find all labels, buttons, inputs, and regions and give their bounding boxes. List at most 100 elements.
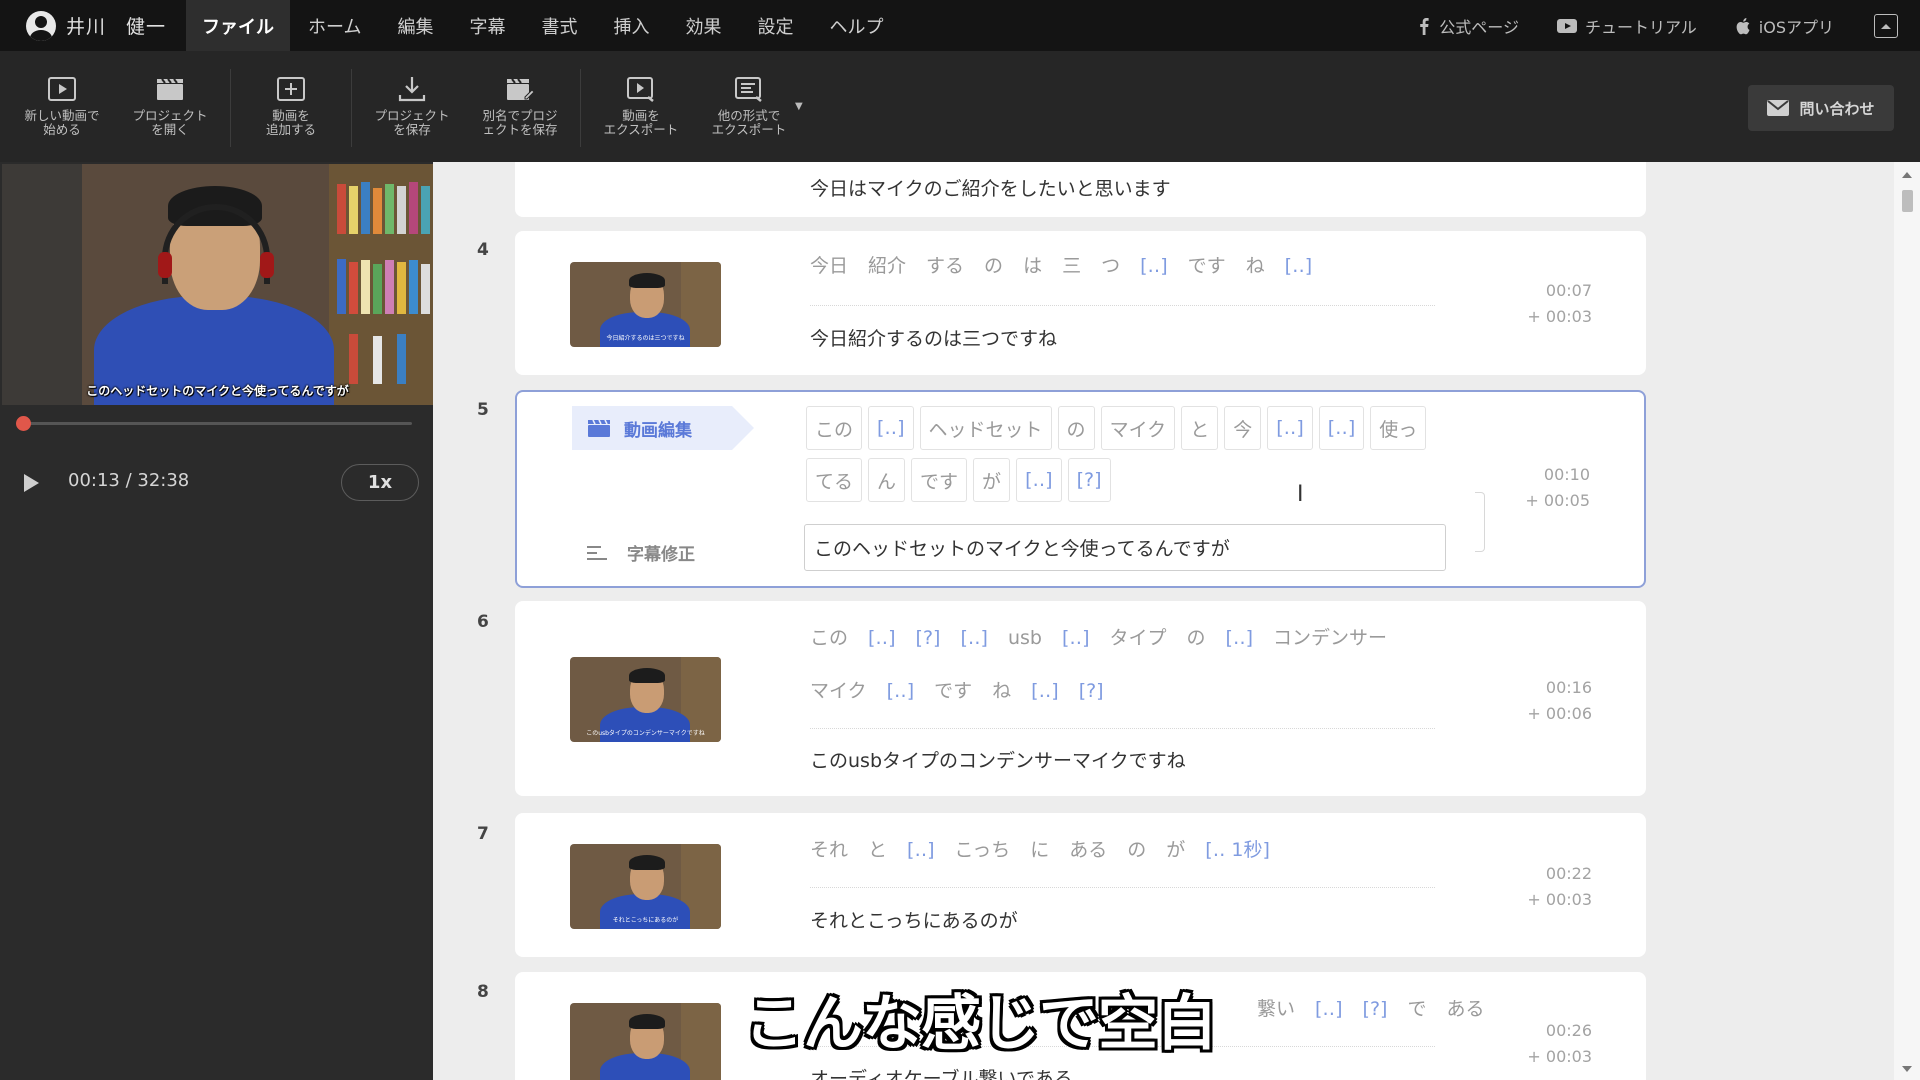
menu-home[interactable]: ホーム [290, 0, 379, 51]
word-chip[interactable]: [‥] [1016, 458, 1062, 502]
word-token[interactable]: タイプ [1110, 623, 1167, 653]
play-icon[interactable] [24, 474, 39, 492]
export-other-button[interactable]: 他の形式で エクスポート [695, 51, 803, 162]
contact-button[interactable]: 問い合わせ [1748, 85, 1894, 131]
word-token[interactable]: は [1023, 251, 1042, 281]
word-token[interactable]: [‥] [907, 835, 935, 865]
word-token[interactable]: [‥] [960, 623, 988, 653]
word-token[interactable]: コンデンサー [1273, 623, 1387, 653]
tutorial-link[interactable]: チュートリアル [1556, 14, 1697, 38]
video-preview[interactable]: このヘッドセットのマイクと今使ってるんですが [2, 164, 433, 405]
collapse-button[interactable] [1874, 13, 1898, 38]
save-project-button[interactable]: プロジェクト を保存 [358, 51, 466, 162]
word-chip[interactable]: の [1057, 406, 1095, 450]
word-token[interactable]: [?] [1079, 676, 1104, 706]
menu-format[interactable]: 書式 [523, 0, 595, 51]
word-chip[interactable]: ヘッドセット [919, 406, 1052, 450]
word-token[interactable]: 繋い [1257, 994, 1295, 1024]
word-token[interactable]: の [984, 251, 1003, 281]
word-token[interactable]: [‥ 1秒] [1205, 835, 1270, 865]
ios-app-link[interactable]: iOSアプリ [1735, 14, 1834, 38]
word-chip[interactable]: が [973, 458, 1011, 502]
menu-effects[interactable]: 効果 [667, 0, 739, 51]
word-chip[interactable]: [‥] [1267, 406, 1313, 450]
word-chip[interactable]: [?] [1067, 458, 1111, 502]
word-token[interactable]: [?] [1363, 994, 1388, 1024]
user-account[interactable]: 井川 健一 [0, 0, 186, 51]
export-dropdown-icon[interactable]: ▼ [795, 101, 803, 112]
export-video-button[interactable]: 動画を エクスポート [587, 51, 695, 162]
word-chip[interactable]: 今 [1224, 406, 1262, 450]
menu-edit[interactable]: 編集 [379, 0, 451, 51]
clip-thumbnail[interactable]: このusbタイプのコンデンサーマイクですね [570, 657, 721, 742]
word-token[interactable]: ね [1246, 251, 1265, 281]
word-token[interactable]: usb [1008, 623, 1042, 653]
word-chip[interactable]: [‥] [868, 406, 914, 450]
word-token[interactable]: です [1188, 251, 1226, 281]
word-token[interactable]: に [1030, 835, 1049, 865]
word-token[interactable]: と [868, 835, 887, 865]
word-token[interactable]: 紹介 [868, 251, 906, 281]
word-token[interactable]: ある [1069, 835, 1107, 865]
clip-thumbnail[interactable]: それとこっちにあるのが [570, 844, 721, 929]
vertical-scrollbar[interactable] [1894, 162, 1920, 1080]
word-token[interactable]: [‥] [1140, 251, 1168, 281]
menu-insert[interactable]: 挿入 [595, 0, 667, 51]
word-token[interactable]: ね [992, 676, 1011, 706]
subtitle-card-5[interactable]: 動画編集 この [‥] ヘッドセットのマイクと今 [‥] [‥] 使っ てるんですが [‥]… [515, 390, 1646, 588]
word-token[interactable]: の [1187, 623, 1206, 653]
word-chip[interactable]: ん [868, 458, 906, 502]
video-edit-tag[interactable]: 動画編集 [572, 406, 754, 450]
word-token[interactable]: 今日 [810, 251, 848, 281]
clip-thumbnail[interactable] [570, 1003, 721, 1080]
word-token[interactable]: が [1166, 835, 1185, 865]
word-token[interactable]: 三 [1062, 251, 1081, 281]
official-page-link[interactable]: 公式ページ [1417, 14, 1519, 38]
open-project-button[interactable]: プロジェクト を開く [116, 51, 224, 162]
add-video-button[interactable]: 動画を 追加する [237, 51, 345, 162]
subtitle-card-3[interactable]: 今日はマイクのご紹介をしたいと思います [515, 162, 1646, 217]
word-token[interactable]: で [1407, 994, 1426, 1024]
word-token[interactable]: する [926, 251, 964, 281]
subtitle-card-6[interactable]: このusbタイプのコンデンサーマイクですね この [‥] [?] [‥] usb [‥] タ… [515, 601, 1646, 796]
word-token[interactable]: [‥] [1315, 994, 1343, 1024]
menu-settings[interactable]: 設定 [739, 0, 811, 51]
word-chip[interactable]: てる [806, 458, 863, 502]
scroll-down-icon[interactable] [1902, 1066, 1912, 1072]
word-chip[interactable]: [‥] [1318, 406, 1365, 450]
seek-handle[interactable] [16, 416, 31, 431]
word-token[interactable]: です [934, 676, 972, 706]
scroll-thumb[interactable] [1902, 190, 1913, 212]
word-chip[interactable]: マイク [1100, 406, 1176, 450]
word-token[interactable]: こっち [955, 835, 1011, 865]
menu-help[interactable]: ヘルプ [811, 0, 901, 51]
word-chip[interactable]: です [911, 458, 968, 502]
menu-subtitle[interactable]: 字幕 [451, 0, 523, 51]
word-token[interactable]: の [1127, 835, 1146, 865]
clip-thumbnail[interactable]: 今日紹介するのは三つですね [570, 262, 721, 347]
word-token[interactable]: [‥] [887, 676, 915, 706]
word-token[interactable]: マイク [810, 676, 867, 706]
new-video-button[interactable]: 新しい動画で 始める [8, 51, 116, 162]
word-token[interactable]: [‥] [1226, 623, 1254, 653]
word-chip[interactable]: この [806, 406, 863, 450]
word-chip[interactable]: と [1181, 406, 1219, 450]
seek-bar[interactable] [22, 422, 412, 425]
subtitle-card-4[interactable]: 今日紹介するのは三つですね 今日 紹介 するのは三つ [‥] ですね [‥] 今日紹介する… [515, 231, 1646, 375]
word-token[interactable]: [‥] [868, 623, 896, 653]
word-token[interactable]: この [810, 623, 848, 653]
word-token[interactable]: [‥] [1062, 623, 1090, 653]
save-as-button[interactable]: 別名でプロジ ェクトを保存 [466, 51, 574, 162]
word-token[interactable]: [?] [916, 623, 941, 653]
word-token[interactable]: ある [1446, 994, 1484, 1024]
menu-file[interactable]: ファイル [186, 0, 290, 51]
subtitle-card-7[interactable]: それとこっちにあるのが それと [‥] こっちにあるのが [‥ 1秒] それとこっちに… [515, 813, 1646, 957]
subtitle-edit-input[interactable]: このヘッドセットのマイクと今使ってるんですが [804, 524, 1446, 571]
word-token[interactable]: つ [1101, 251, 1120, 281]
scroll-up-icon[interactable] [1902, 172, 1912, 178]
word-token[interactable]: [‥] [1285, 251, 1313, 281]
playback-speed-button[interactable]: 1x [341, 464, 419, 501]
word-token[interactable]: [‥] [1031, 676, 1059, 706]
word-chip[interactable]: 使っ [1370, 406, 1427, 450]
word-token[interactable]: それ [810, 835, 848, 865]
